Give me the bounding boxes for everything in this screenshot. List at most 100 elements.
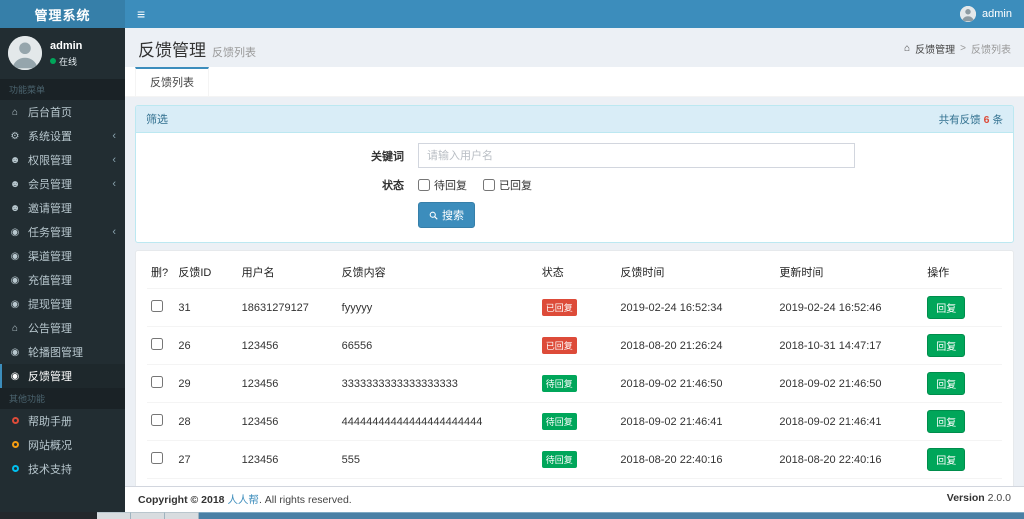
breadcrumb-root[interactable]: 反馈管理 [915,41,955,56]
cell-created-time: 2018-08-20 22:40:16 [620,453,723,466]
cell-updated-time: 2018-09-02 21:46:50 [779,377,882,390]
cell-feedback-id: 27 [178,453,191,466]
tab-feedback-list[interactable]: 反馈列表 [135,67,209,96]
row-checkbox[interactable] [151,376,163,388]
sidebar-item-withdrawals[interactable]: ◉ 提现管理 [0,292,125,316]
sidebar-item-announcements[interactable]: ⌂ 公告管理 [0,316,125,340]
reply-button[interactable]: 回复 [927,410,966,433]
status-option-replied[interactable]: 已回复 [483,177,532,193]
column-header: 反馈内容 [337,256,538,289]
page-subtitle: 反馈列表 [212,47,256,59]
chevron-left-icon: ‹ [112,154,116,166]
table-row: 28 123456 44444444444444444444444 待回复 20… [147,402,1002,441]
keyword-input[interactable] [418,143,855,168]
cell-updated-time: 2018-10-31 14:47:17 [779,339,882,352]
cell-updated-time: 2019-02-24 16:52:46 [779,301,882,314]
sidebar-item-carousel[interactable]: ◉ 轮播图管理 [0,340,125,364]
reply-button[interactable]: 回复 [927,372,966,395]
cell-content: fyyyyy [341,301,373,314]
sidebar-item-site-overview[interactable]: 网站概况 [0,433,125,457]
navbar-username: admin [982,8,1012,20]
row-checkbox[interactable] [151,338,163,350]
user-avatar-icon [8,36,42,70]
circle-o-icon [9,416,21,427]
feedback-total-count: 共有反馈 6 条 [938,113,1003,126]
cell-updated-time: 2018-09-02 21:46:41 [779,415,882,428]
cell-created-time: 2018-08-20 21:26:24 [620,339,723,352]
dashboard-icon: ◉ [10,226,20,238]
status-option-pending[interactable]: 待回复 [418,177,467,193]
dashboard-icon: ◉ [10,274,20,286]
column-header: 更新时间 [775,256,924,289]
sidebar-item-channels[interactable]: ◉ 渠道管理 [0,244,125,268]
filter-panel-header: 筛选 共有反馈 6 条 [136,106,1013,133]
column-header: 反馈时间 [616,256,776,289]
search-icon [429,211,438,220]
row-checkbox[interactable] [151,414,163,426]
users-icon: ☻ [9,202,21,214]
sidebar-item-help-manual[interactable]: 帮助手册 [0,409,125,433]
breadcrumb: ⌂ 反馈管理 > 反馈列表 [904,41,1011,56]
cell-content: 66556 [341,339,373,352]
column-header: 删? [147,256,175,289]
cell-created-time: 2018-09-02 21:46:41 [620,415,723,428]
users-icon: ☻ [9,178,21,190]
sidebar-item-permissions[interactable]: ☻ 权限管理 ‹ [0,148,125,172]
sidebar-item-feedback[interactable]: ◉ 反馈管理 [0,364,125,388]
search-button[interactable]: 搜索 [418,202,475,228]
column-header: 操作 [923,256,1002,289]
sidebar-item-home[interactable]: ⌂ 后台首页 [0,100,125,124]
sidebar-item-tasks[interactable]: ◉ 任务管理 ‹ [0,220,125,244]
column-header: 反馈ID [174,256,238,289]
sidebar-item-recharge[interactable]: ◉ 充值管理 [0,268,125,292]
app-logo[interactable]: 管理系统 [0,0,125,28]
feedback-table: 删? 反馈ID 用户名 反馈内容 状态 反馈时间 更新时间 操作 31 18631279127… [147,256,1002,486]
chevron-left-icon: ‹ [112,130,116,142]
cell-username: 123456 [241,415,279,428]
top-navbar: ≡ admin [125,0,1024,28]
status-checkbox[interactable] [418,179,430,191]
home-icon: ⌂ [11,322,19,334]
dashboard-icon: ◉ [10,250,20,262]
online-dot-icon [50,58,56,64]
table-row: 29 123456 3333333333333333333 待回复 2018-0… [147,364,1002,403]
reply-button[interactable]: 回复 [927,334,966,357]
settings-icon: ⚙ [10,130,20,142]
sidebar-other-menu: 帮助手册 网站概况 技术支持 [0,409,125,481]
navbar-avatar-icon [960,6,977,22]
sidebar-toggle-button[interactable]: ≡ [125,0,157,28]
sidebar-section-main: 功能菜单 [0,79,125,100]
table-header-row: 删? 反馈ID 用户名 反馈内容 状态 反馈时间 更新时间 操作 [147,256,1002,289]
sidebar-item-members[interactable]: ☻ 会员管理 ‹ [0,172,125,196]
reply-button[interactable]: 回复 [927,448,966,471]
navbar-user-menu[interactable]: admin [948,0,1024,28]
status-label: 状态 [382,180,404,192]
main-area: ≡ admin 反馈管理 反馈列表 ⌂ 反馈管理 > 反馈列表 反馈列表 筛选 … [125,0,1024,512]
table-row: 27 123456 555 待回复 2018-08-20 22:40:16 20… [147,440,1002,479]
breadcrumb-current: 反馈列表 [971,45,1011,56]
circle-o-icon [9,464,21,475]
status-badge: 待回复 [541,413,577,430]
cell-feedback-id: 26 [178,339,191,352]
sidebar-section-other: 其他功能 [0,388,125,409]
sidebar-item-invitations[interactable]: ☻ 邀请管理 [0,196,125,220]
page-title: 反馈管理 [138,41,206,60]
status-checkbox[interactable] [483,179,495,191]
cell-content: 555 [341,453,361,466]
cell-username: 123456 [241,339,279,352]
row-checkbox[interactable] [151,300,163,312]
filter-panel: 筛选 共有反馈6条 关键词 状态 待回复 [135,105,1014,243]
sidebar-item-tech-support[interactable]: 技术支持 [0,457,125,481]
brand-link[interactable]: 人人帮 [227,494,259,506]
column-header: 用户名 [237,256,338,289]
dashboard-icon: ◉ [10,346,20,358]
status-badge: 待回复 [541,375,577,392]
row-checkbox[interactable] [151,452,163,464]
reply-button[interactable]: 回复 [927,296,966,319]
cell-username: 18631279127 [241,301,309,314]
circle-o-icon [9,440,21,451]
filter-body: 关键词 状态 待回复 已回复 搜索 [136,133,1013,242]
chevron-left-icon: ‹ [112,178,116,190]
sidebar-item-system-settings[interactable]: ⚙ 系统设置 ‹ [0,124,125,148]
dashboard-icon: ◉ [10,370,20,382]
